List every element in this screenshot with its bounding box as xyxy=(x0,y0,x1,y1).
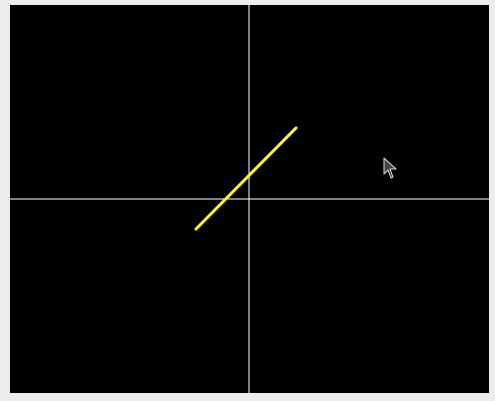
drawn-line-segment[interactable] xyxy=(194,126,298,231)
mouse-pointer-icon xyxy=(383,157,399,181)
canvas-svg xyxy=(10,5,489,393)
application-window xyxy=(0,0,495,401)
drawing-canvas[interactable] xyxy=(10,5,489,393)
